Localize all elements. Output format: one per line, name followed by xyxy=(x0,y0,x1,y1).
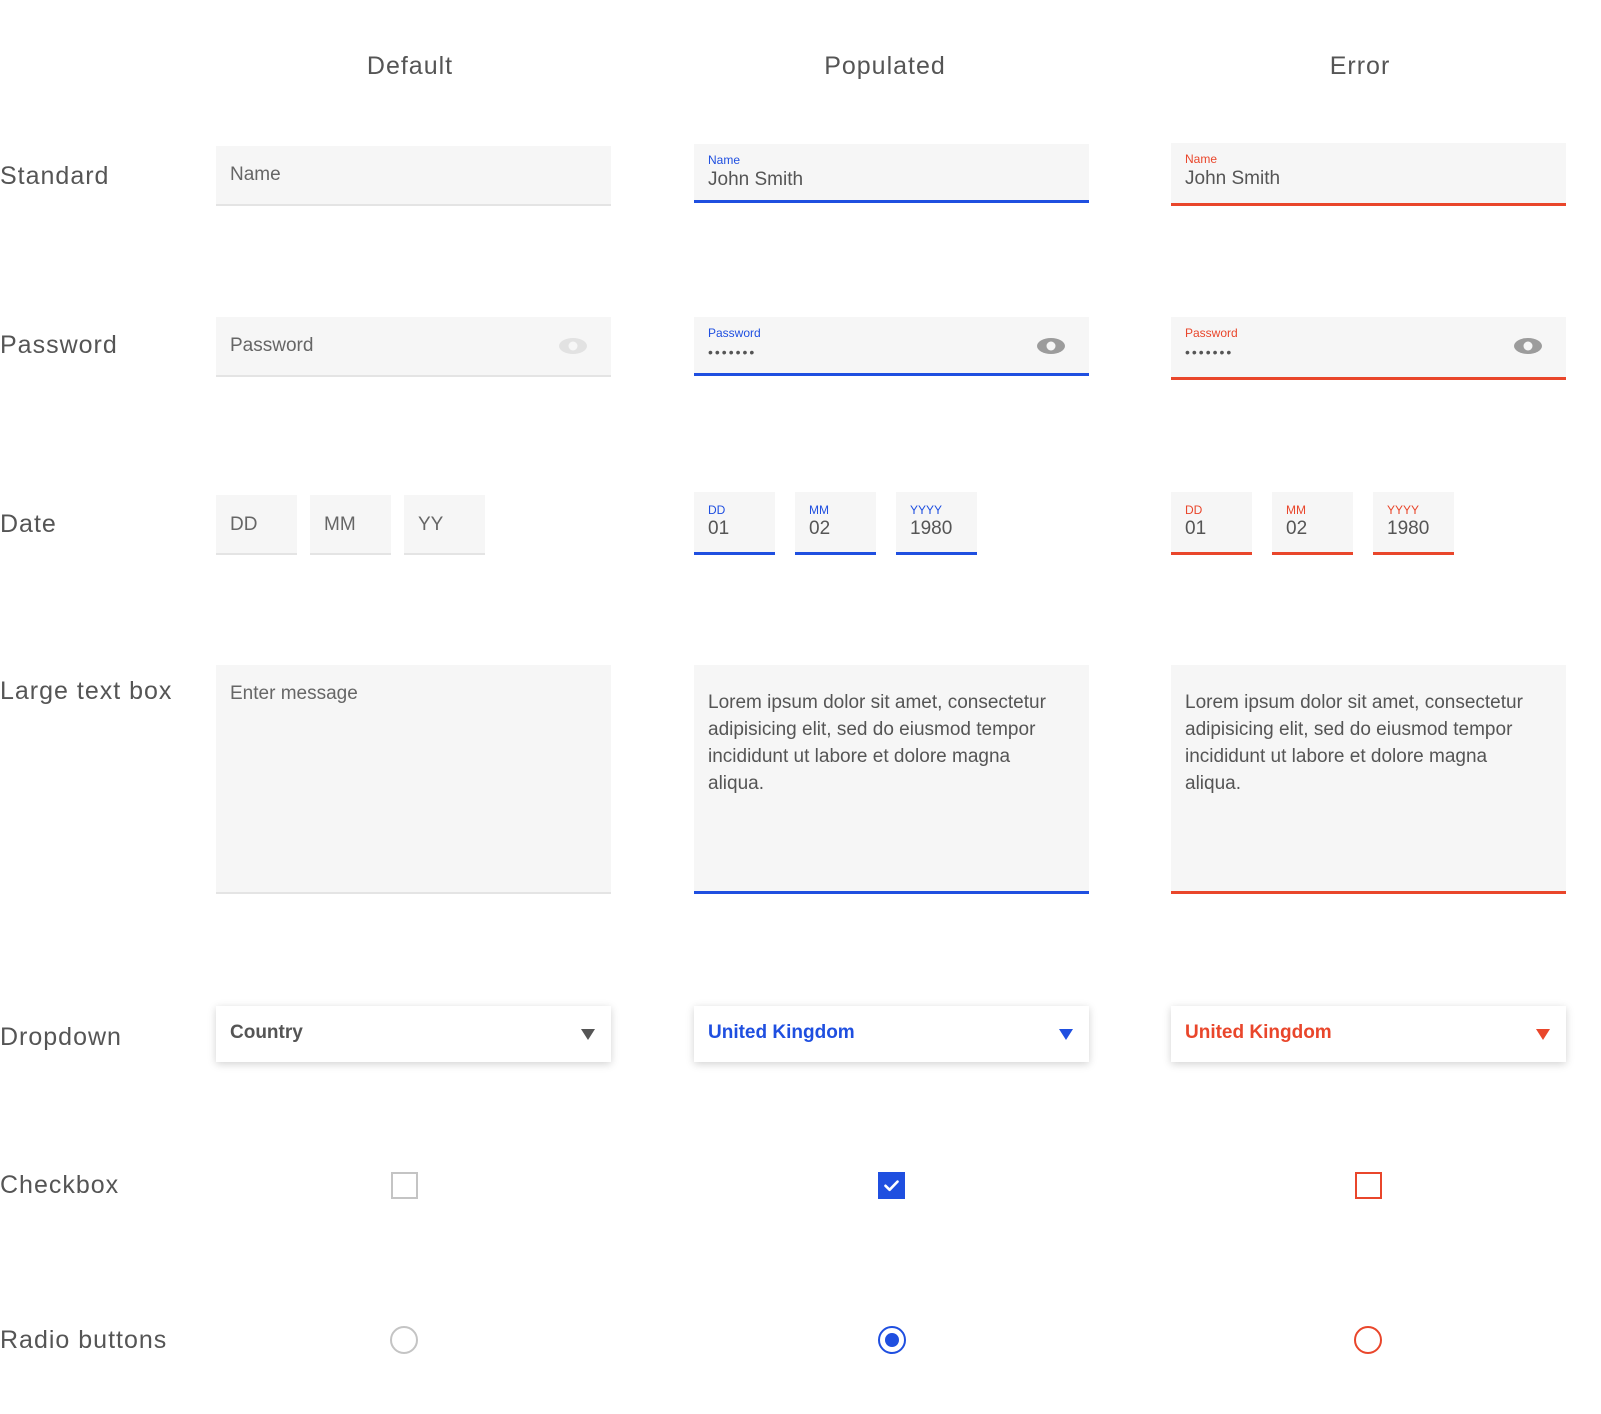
date-year-input-default[interactable]: YY xyxy=(404,495,485,555)
date-day-input-populated[interactable]: DD 01 xyxy=(694,492,775,555)
country-dropdown-default[interactable]: Country xyxy=(216,1006,611,1062)
date-day-input-default[interactable]: DD xyxy=(216,495,297,555)
eye-icon[interactable] xyxy=(1512,336,1544,356)
day-floating-label: DD xyxy=(1185,503,1203,517)
month-floating-label: MM xyxy=(809,503,829,517)
month-value: 02 xyxy=(809,518,831,539)
date-month-input-error[interactable]: MM 02 xyxy=(1272,492,1353,555)
year-floating-label: YYYY xyxy=(910,503,943,517)
day-placeholder: DD xyxy=(230,514,258,535)
row-label-password: Password xyxy=(0,331,118,359)
row-label-date: Date xyxy=(0,510,57,538)
name-floating-label: Name xyxy=(708,153,741,167)
name-floating-label: Name xyxy=(1185,152,1218,166)
password-input-error[interactable]: Password ••••••• xyxy=(1171,317,1566,380)
message-placeholder: Enter message xyxy=(230,683,358,704)
year-floating-label: YYYY xyxy=(1387,503,1420,517)
row-label-large-text: Large text box xyxy=(0,677,173,705)
message-value: Lorem ipsum dolor sit amet, consectetur … xyxy=(708,692,1046,794)
day-value: 01 xyxy=(1185,518,1207,539)
column-header-populated: Populated xyxy=(824,52,946,80)
date-day-input-error[interactable]: DD 01 xyxy=(1171,492,1252,555)
eye-icon[interactable] xyxy=(1035,336,1067,356)
checkmark-icon xyxy=(884,1180,899,1192)
column-header-error: Error xyxy=(1329,52,1391,80)
country-dropdown-value: United Kingdom xyxy=(708,1022,855,1043)
row-label-dropdown: Dropdown xyxy=(0,1023,122,1051)
column-header-default: Default xyxy=(366,52,454,80)
country-dropdown-populated[interactable]: United Kingdom xyxy=(694,1006,1089,1062)
year-value: 1980 xyxy=(1387,518,1430,539)
country-dropdown-placeholder: Country xyxy=(230,1022,303,1043)
radio-button-error[interactable] xyxy=(1354,1326,1382,1354)
message-textarea-default[interactable]: Enter message xyxy=(216,665,611,894)
name-input-populated[interactable]: Name John Smith xyxy=(694,144,1089,203)
month-placeholder: MM xyxy=(324,514,356,535)
triangle-down-icon xyxy=(581,1029,595,1040)
day-value: 01 xyxy=(708,518,730,539)
message-textarea-populated[interactable]: Lorem ipsum dolor sit amet, consectetur … xyxy=(694,665,1089,894)
date-month-input-populated[interactable]: MM 02 xyxy=(795,492,876,555)
password-floating-label: Password xyxy=(1185,326,1238,340)
triangle-down-icon xyxy=(1536,1029,1550,1040)
checkbox-populated[interactable] xyxy=(878,1172,905,1199)
row-label-standard: Standard xyxy=(0,162,110,190)
triangle-down-icon xyxy=(1059,1029,1073,1040)
radio-button-populated[interactable] xyxy=(878,1326,906,1354)
password-masked-value: ••••••• xyxy=(708,344,757,360)
password-input-default[interactable]: Password xyxy=(216,317,611,377)
month-value: 02 xyxy=(1286,518,1308,539)
password-input-populated[interactable]: Password ••••••• xyxy=(694,317,1089,376)
name-placeholder: Name xyxy=(230,164,281,185)
day-floating-label: DD xyxy=(708,503,726,517)
year-value: 1980 xyxy=(910,518,953,539)
country-dropdown-value: United Kingdom xyxy=(1185,1022,1332,1043)
checkbox-default[interactable] xyxy=(391,1172,418,1199)
date-year-input-populated[interactable]: YYYY 1980 xyxy=(896,492,977,555)
password-placeholder: Password xyxy=(230,335,314,356)
checkbox-error[interactable] xyxy=(1355,1172,1382,1199)
password-masked-value: ••••••• xyxy=(1185,344,1234,360)
radio-button-default[interactable] xyxy=(390,1326,418,1354)
month-floating-label: MM xyxy=(1286,503,1306,517)
password-floating-label: Password xyxy=(708,326,761,340)
date-year-input-error[interactable]: YYYY 1980 xyxy=(1373,492,1454,555)
name-input-default[interactable]: Name xyxy=(216,146,611,206)
radio-selected-dot xyxy=(885,1333,899,1347)
eye-icon[interactable] xyxy=(557,336,589,356)
name-value: John Smith xyxy=(1185,168,1281,189)
message-value: Lorem ipsum dolor sit amet, consectetur … xyxy=(1185,692,1523,794)
message-textarea-error[interactable]: Lorem ipsum dolor sit amet, consectetur … xyxy=(1171,665,1566,894)
country-dropdown-error[interactable]: United Kingdom xyxy=(1171,1006,1566,1062)
row-label-radio: Radio buttons xyxy=(0,1326,168,1354)
row-label-checkbox: Checkbox xyxy=(0,1171,120,1199)
year-placeholder: YY xyxy=(418,514,444,535)
name-input-error[interactable]: Name John Smith xyxy=(1171,143,1566,206)
date-month-input-default[interactable]: MM xyxy=(310,495,391,555)
name-value: John Smith xyxy=(708,169,804,190)
